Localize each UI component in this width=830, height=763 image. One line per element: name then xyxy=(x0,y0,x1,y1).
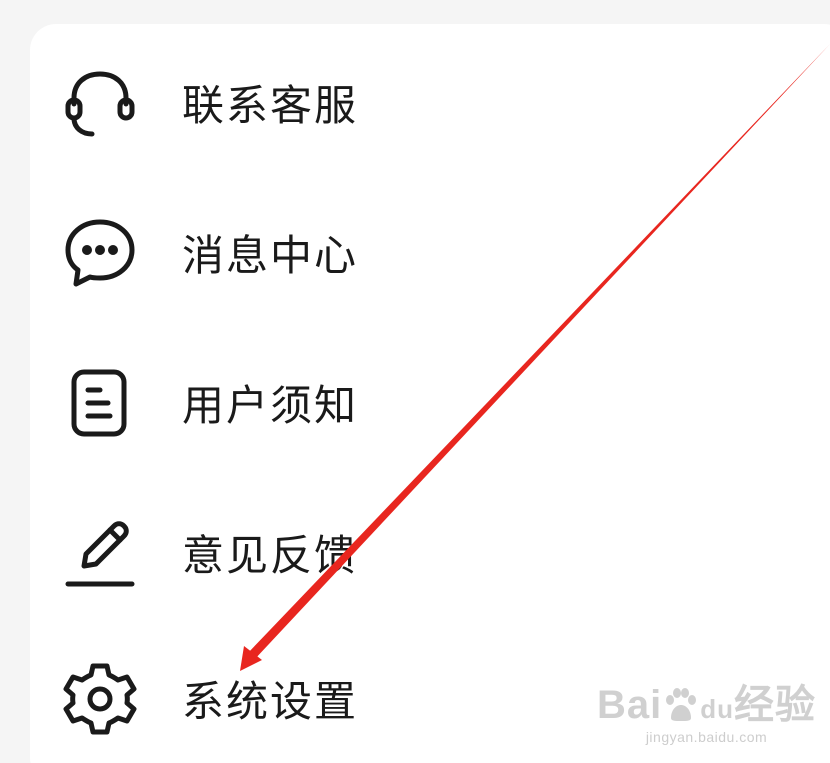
chat-bubble-icon xyxy=(60,207,150,297)
menu-item-label: 意见反馈 xyxy=(182,530,359,580)
document-icon xyxy=(60,357,150,447)
watermark-logo: Bai du经验 xyxy=(596,683,816,727)
pencil-icon xyxy=(60,507,150,597)
menu-item-contact-service[interactable]: 联系客服 xyxy=(60,52,358,152)
menu-item-feedback[interactable]: 意见反馈 xyxy=(60,502,358,602)
menu-item-label: 系统设置 xyxy=(182,676,359,726)
menu-item-message-center[interactable]: 消息中心 xyxy=(60,202,358,302)
paw-icon xyxy=(666,688,697,721)
baidu-jingyan-watermark: Bai du经验 jingyan.baidu.com xyxy=(597,685,816,745)
menu-item-label: 消息中心 xyxy=(182,230,359,280)
watermark-url: jingyan.baidu.com xyxy=(645,729,768,745)
headset-icon xyxy=(60,57,150,147)
gear-icon xyxy=(60,653,150,743)
menu-item-system-settings[interactable]: 系统设置 xyxy=(60,648,358,748)
screen: 联系客服 消息中心 用户须知 意见反馈 系统设置 Bai du经验 jingya… xyxy=(0,0,830,763)
menu-item-label: 联系客服 xyxy=(182,80,359,130)
menu-item-label: 用户须知 xyxy=(182,380,359,430)
menu-item-user-notice[interactable]: 用户须知 xyxy=(60,352,358,452)
